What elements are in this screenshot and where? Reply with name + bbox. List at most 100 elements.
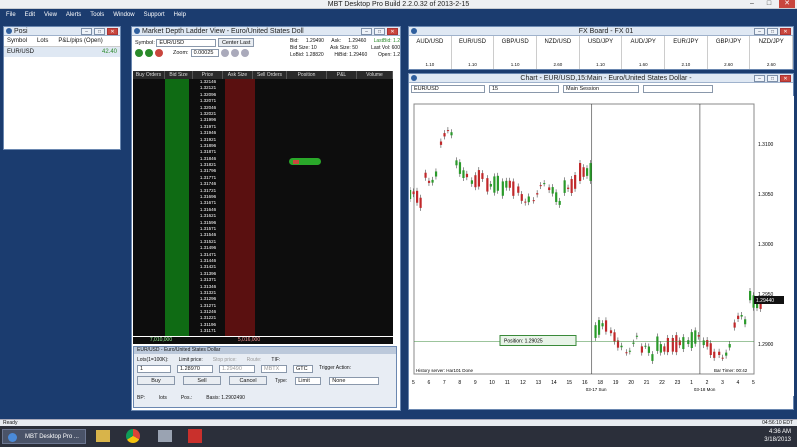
cancel-button[interactable]: Cancel — [229, 376, 267, 385]
chart-session-select[interactable]: Main Session — [563, 85, 639, 93]
maximize-icon[interactable]: □ — [767, 75, 778, 82]
position-symbol: EUR/USD — [7, 49, 35, 55]
fx-pair-tile[interactable]: GBP/USD 1.10 — [494, 36, 538, 69]
candle — [563, 180, 566, 193]
date-label: 03-18 Mon — [694, 387, 716, 392]
center-last-button[interactable]: Center Last — [217, 38, 255, 47]
close-icon[interactable]: ✕ — [780, 75, 791, 82]
menu-item-tools[interactable]: Tools — [90, 12, 104, 18]
price-cell[interactable]: 1.31171 — [193, 328, 223, 334]
y-tick-label: 1.3000 — [758, 242, 774, 248]
minimize-icon[interactable]: – — [361, 28, 372, 35]
ladder-col-header: P&L — [327, 71, 357, 79]
trigger-select[interactable]: None — [329, 376, 380, 385]
fx-pair-tile[interactable]: USD/JPY 1.10 — [580, 36, 623, 69]
trading-app-icon[interactable] — [188, 429, 202, 443]
candle — [574, 175, 577, 189]
fx-pair-name: GBP/JPY — [715, 39, 742, 45]
minimize-icon[interactable]: – — [754, 75, 765, 82]
candle — [737, 315, 740, 320]
chart-area[interactable]: 1.3100 1.3050 1.3000 1.2950 1.2900 Position: … — [409, 96, 794, 396]
menu-item-file[interactable]: File — [6, 12, 16, 18]
x-tick-label: 5 — [752, 380, 755, 386]
table-row[interactable]: EUR/USD 42.40 — [4, 47, 120, 57]
menu-item-alerts[interactable]: Alerts — [66, 12, 81, 18]
candle — [632, 342, 635, 344]
settings-icon[interactable] — [240, 49, 249, 57]
x-tick-label: 23 — [675, 380, 681, 386]
ladder-col-header: Ask Size — [223, 71, 253, 79]
tif-select[interactable]: GTC — [293, 365, 313, 373]
minimize-icon[interactable]: – — [754, 28, 765, 35]
minimize-icon[interactable]: – — [745, 0, 759, 8]
maximize-icon[interactable]: □ — [767, 28, 778, 35]
price-column[interactable]: 1.32146 1.32121 1.32096 1.32071 1.32046 1.320… — [193, 79, 223, 336]
sell-button[interactable]: Sell — [183, 376, 221, 385]
type-select[interactable]: Limit — [295, 376, 322, 385]
candle — [579, 163, 582, 181]
fx-pair-tile[interactable]: GBP/JPY 2.60 — [708, 36, 751, 69]
menu-item-help[interactable]: Help — [174, 12, 186, 18]
candle — [555, 192, 558, 202]
last-bid: LastBid: 1.2 — [373, 38, 400, 44]
candle — [443, 133, 446, 137]
maximize-icon[interactable]: □ — [94, 28, 105, 35]
zoom-input[interactable]: 0.00025 — [190, 49, 219, 57]
screenshot-tool-icon[interactable] — [158, 430, 172, 442]
price-chart[interactable]: 1.31001.30501.30001.29501.2900Position: … — [409, 96, 794, 396]
close-icon[interactable]: ✕ — [107, 28, 118, 35]
maximize-icon[interactable]: □ — [762, 0, 776, 8]
ask-size: Ask Size: 50 — [329, 45, 358, 51]
ask-column[interactable] — [225, 79, 255, 336]
buy-button[interactable]: Buy — [137, 376, 175, 385]
close-icon[interactable]: ✕ — [779, 0, 795, 8]
fx-pair-tile[interactable]: EUR/JPY 2.10 — [665, 36, 708, 69]
menu-item-support[interactable]: Support — [144, 12, 165, 18]
fx-pair-tile[interactable]: NZD/JPY 2.60 — [750, 36, 794, 69]
stop-input[interactable]: 1.29490 — [219, 365, 255, 373]
candle — [558, 200, 561, 205]
close-icon[interactable]: ✕ — [780, 28, 791, 35]
refresh-icon[interactable] — [145, 49, 153, 57]
maximize-icon[interactable]: □ — [374, 28, 385, 35]
candle — [539, 185, 542, 187]
symbol-input[interactable]: EUR/USD — [156, 39, 217, 47]
menu-item-window[interactable]: Window — [113, 12, 134, 18]
candle — [687, 340, 690, 345]
fx-pair-spread: 2.60 — [553, 62, 563, 67]
position-tag-label: Position: 1.29025 — [504, 339, 543, 345]
menu-item-edit[interactable]: Edit — [25, 12, 35, 18]
fx-pair-tile[interactable]: AUD/USD 1.10 — [409, 36, 452, 69]
limit-input[interactable]: 1.28970 — [177, 365, 213, 373]
chart-symbol-select[interactable]: EUR/USD — [411, 85, 485, 93]
pos-label: Pos.: — [180, 395, 193, 401]
candle — [434, 171, 438, 177]
zoom-in-icon[interactable] — [220, 49, 229, 57]
lots-input[interactable]: 1 — [137, 365, 171, 373]
check-icon[interactable] — [135, 49, 143, 57]
zoom-out-icon[interactable] — [230, 49, 239, 57]
candle — [409, 190, 412, 199]
menu-item-view[interactable]: View — [44, 12, 57, 18]
candle — [749, 291, 752, 301]
x-tick-label: 11 — [505, 380, 510, 386]
ask-label: Ask: — [331, 38, 341, 44]
route-select[interactable]: MBTX — [261, 365, 287, 373]
bp-label: BP: — [137, 395, 146, 401]
candle — [756, 303, 759, 309]
lo-bid: LoBid: 1.28820 — [290, 52, 324, 58]
chart-extra-select[interactable] — [643, 85, 713, 93]
chart-interval-select[interactable]: 15 — [489, 85, 559, 93]
x-tick-label: 1 — [690, 380, 693, 386]
bid-column[interactable] — [165, 79, 189, 336]
chart-title: Chart - EUR/USD,15:Main - Euro/United St… — [520, 75, 692, 82]
file-explorer-icon[interactable] — [96, 430, 110, 442]
fx-pair-tile[interactable]: EUR/USD 1.10 — [452, 36, 495, 69]
fx-pair-tile[interactable]: AUD/JPY 1.60 — [622, 36, 666, 69]
taskbar-app-button[interactable]: MBT Desktop Pro ... — [2, 429, 86, 444]
close-icon[interactable]: ✕ — [387, 28, 398, 35]
cancel-icon[interactable] — [155, 49, 163, 57]
chrome-icon[interactable] — [126, 429, 140, 443]
minimize-icon[interactable]: – — [81, 28, 92, 35]
fx-pair-tile[interactable]: NZD/USD 2.60 — [537, 36, 580, 69]
